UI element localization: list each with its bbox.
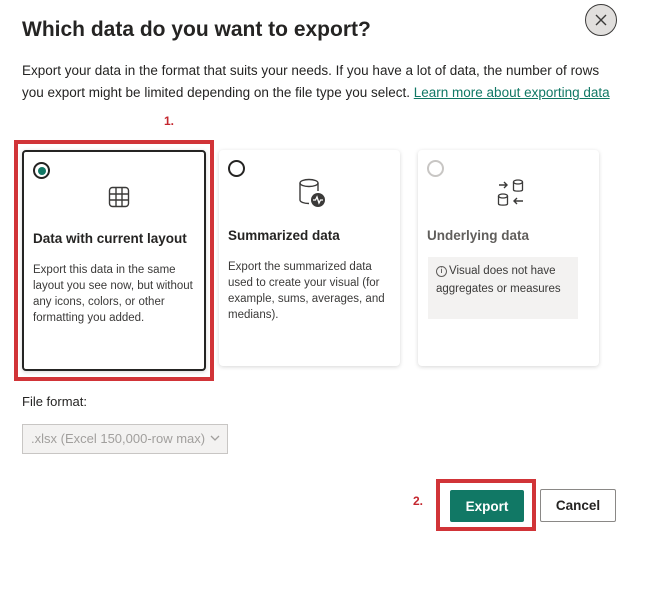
info-text: Visual does not have aggregates or measu… <box>436 265 561 295</box>
table-icon <box>108 186 130 208</box>
option-title: Underlying data <box>427 228 530 243</box>
annotation-step-1: 1. <box>164 114 175 128</box>
annotation-step-2: 2. <box>413 494 424 508</box>
radio-underlying[interactable] <box>427 160 444 177</box>
option-card-summarized[interactable]: Summarized data Export the summarized da… <box>219 150 400 366</box>
export-button[interactable]: Export <box>450 490 524 522</box>
learn-more-link[interactable]: Learn more about exporting data <box>414 85 610 100</box>
file-format-select[interactable]: .xlsx (Excel 150,000-row max) <box>22 424 228 454</box>
cancel-button[interactable]: Cancel <box>540 489 616 522</box>
option-card-current-layout[interactable]: Data with current layout Export this dat… <box>22 150 206 371</box>
file-format-value: .xlsx (Excel 150,000-row max) <box>31 431 206 446</box>
option-title: Data with current layout <box>33 231 187 246</box>
option-description: Export this data in the same layout you … <box>33 264 193 324</box>
info-icon: i <box>436 266 447 277</box>
database-transfer-icon <box>497 179 524 206</box>
radio-current-layout[interactable] <box>33 162 50 179</box>
database-chart-icon <box>299 178 325 207</box>
dialog-description: Export your data in the format that suit… <box>22 60 612 104</box>
chevron-down-icon <box>210 435 220 441</box>
info-message: i Visual does not have aggregates or meas… <box>428 257 578 319</box>
option-description: Export the summarized data used to creat… <box>228 261 385 321</box>
dialog-title: Which data do you want to export? <box>22 18 371 41</box>
close-icon <box>595 14 607 26</box>
file-format-label: File format: <box>22 394 88 409</box>
radio-summarized[interactable] <box>228 160 245 177</box>
close-button[interactable] <box>585 4 617 36</box>
option-title: Summarized data <box>228 228 340 243</box>
